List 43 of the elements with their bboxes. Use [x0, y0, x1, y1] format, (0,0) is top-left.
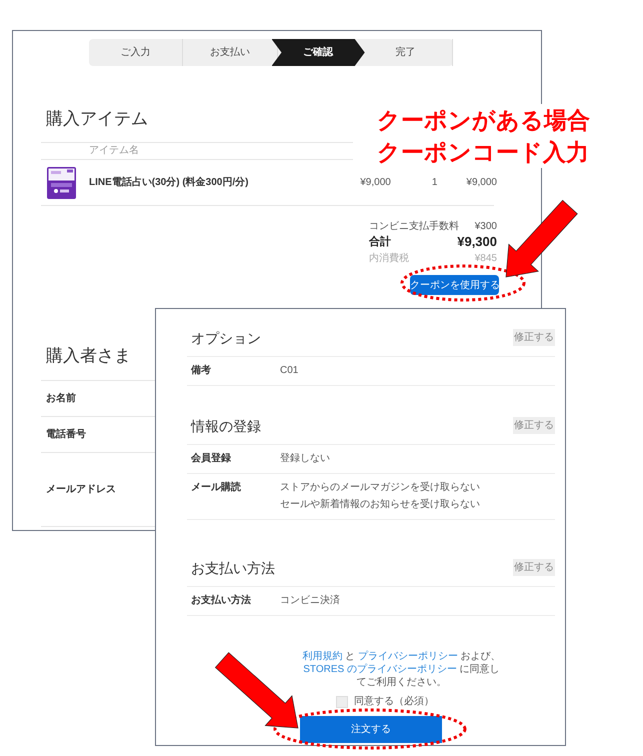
- callout-text: クーポンがある場合: [377, 106, 590, 135]
- summary-value: ¥9,300: [457, 233, 497, 252]
- item-quantity: 1: [432, 176, 438, 190]
- field-label: メールアドレス: [46, 483, 116, 497]
- coupon-button[interactable]: クーポンを使用する: [410, 275, 499, 295]
- item-name: LINE電話占い(30分) (料金300円/分): [89, 176, 248, 190]
- item-total: ¥9,000: [466, 176, 497, 190]
- section-title: 購入者さま: [46, 345, 131, 367]
- arrow-icon: [506, 200, 578, 278]
- field-value: ストアからのメールマガジンを受け取らない: [280, 482, 480, 494]
- field-label: メール購読: [190, 482, 242, 494]
- field-value: C01: [280, 365, 298, 377]
- summary-label: コンビニ支払手数料: [369, 220, 459, 234]
- field-value: コンビニ決済: [280, 595, 340, 607]
- policy-link[interactable]: プライバシーポリシー: [358, 651, 458, 662]
- agree-checkbox[interactable]: [336, 696, 348, 708]
- section-title: 情報の登録: [191, 416, 261, 434]
- agree-label: 同意する（必須）: [354, 694, 434, 709]
- edit-button[interactable]: 修正する: [513, 417, 555, 434]
- summary-value: ¥300: [474, 220, 497, 234]
- summary-label: 合計: [369, 234, 391, 250]
- summary-value: ¥845: [474, 252, 497, 266]
- field-value: セールや新着情報のお知らせを受け取らない: [280, 499, 480, 511]
- consent-text: 利用規約 と プライバシーポリシー および、 STORES のプライバシーポリシー に同意してご利用ください。: [301, 650, 502, 689]
- column-header: アイテム名: [89, 144, 139, 158]
- policy-link[interactable]: 利用規約: [302, 651, 342, 662]
- order-button[interactable]: 注文する: [300, 716, 442, 743]
- item-price: ¥9,000: [360, 176, 391, 190]
- section-title: 購入アイテム: [46, 108, 148, 130]
- arrow-icon: [214, 652, 298, 728]
- field-label: 会員登録: [190, 453, 232, 465]
- callout-text: クーポンコード入力: [377, 138, 590, 167]
- section-title: オプション: [191, 328, 261, 346]
- field-value: 登録しない: [280, 453, 330, 465]
- policy-link[interactable]: STORES のプライバシーポリシー: [303, 664, 457, 675]
- edit-button[interactable]: 修正する: [513, 329, 555, 346]
- field-label: 電話番号: [46, 428, 86, 442]
- summary-label: 内消費税: [369, 252, 409, 266]
- field-label: 備考: [190, 365, 212, 377]
- edit-button[interactable]: 修正する: [513, 559, 555, 576]
- field-label: お名前: [46, 392, 76, 406]
- field-label: お支払い方法: [190, 595, 252, 607]
- section-title: お支払い方法: [191, 558, 275, 576]
